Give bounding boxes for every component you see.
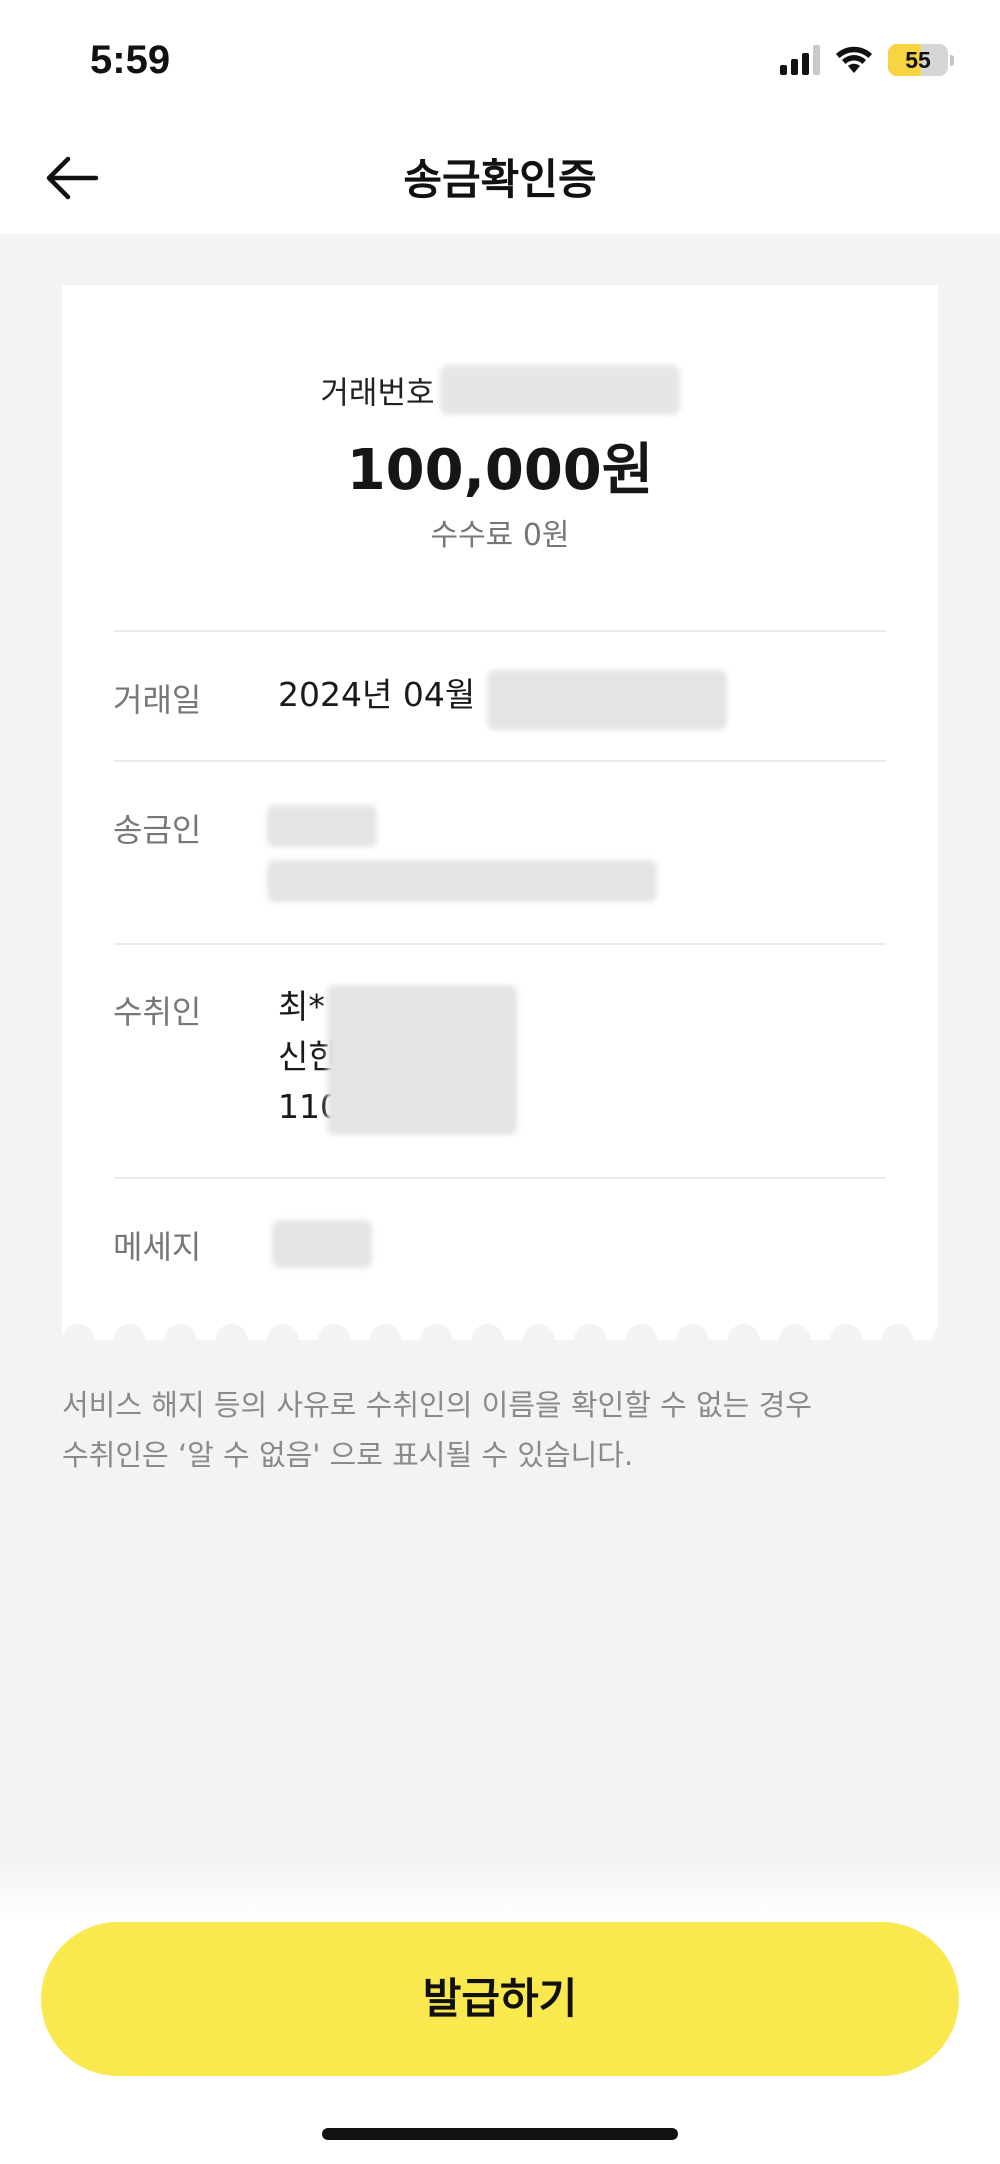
receipt-perforated-edge [62, 1324, 938, 1356]
divider [114, 1177, 886, 1179]
sender-email-redacted [267, 860, 657, 902]
divider [114, 630, 886, 632]
perforation-hole [164, 1324, 197, 1356]
perforation-hole [420, 1324, 453, 1356]
notice-text: 서비스 해지 등의 사유로 수취인의 이름을 확인할 수 없는 경우 수취인은 … [62, 1380, 942, 1480]
perforation-hole [522, 1324, 555, 1356]
date-value: 2024년 04월 [278, 675, 476, 714]
transaction-number-row: 거래번호 [62, 365, 938, 415]
perforation-hole [574, 1324, 606, 1356]
transaction-number-label: 거래번호 [320, 375, 435, 412]
recipient-label: 수취인 [113, 993, 202, 1031]
perforation-hole [62, 1324, 94, 1356]
perforation-hole [676, 1324, 709, 1356]
wifi-icon [836, 46, 872, 73]
perforation-hole [778, 1324, 811, 1356]
battery-level: 55 [905, 47, 931, 73]
perforation-hole [625, 1324, 658, 1356]
transfer-fee: 수수료 0원 [430, 518, 570, 553]
nav-bar: 송금확인증 [0, 120, 1000, 234]
notice-line-2: 수취인은 ‘알 수 없음' 으로 표시될 수 있습니다. [62, 1438, 634, 1472]
status-bar: 5:59 55 [0, 0, 1000, 120]
message-redacted [272, 1220, 372, 1268]
perforation-hole [113, 1324, 146, 1356]
divider [114, 943, 886, 945]
transfer-amount: 100,000원 [346, 438, 654, 503]
perforation-hole [318, 1324, 350, 1356]
date-label: 거래일 [113, 681, 202, 719]
perforation-hole [727, 1324, 760, 1356]
sender-label: 송금인 [113, 811, 202, 849]
perforation-hole [830, 1324, 862, 1356]
status-icons: 55 [780, 44, 954, 76]
date-redacted [487, 670, 727, 730]
sender-name-redacted [267, 805, 377, 847]
page-title: 송금확인증 [403, 155, 597, 204]
battery-icon: 55 [888, 44, 948, 76]
transaction-number-redacted [439, 365, 680, 415]
perforation-hole [369, 1324, 402, 1356]
recipient-redacted [327, 985, 517, 1135]
issue-button[interactable]: 발급하기 [41, 1922, 959, 2076]
status-time: 5:59 [90, 38, 171, 82]
perforation-hole [215, 1324, 248, 1356]
message-label: 메세지 [113, 1228, 202, 1266]
perforation-hole [932, 1327, 938, 1353]
battery-cap [950, 54, 954, 66]
receipt-card: 거래번호 100,000원 수수료 0원 거래일 2024년 04월 송금인 수… [62, 285, 938, 1340]
notice-line-1: 서비스 해지 등의 사유로 수취인의 이름을 확인할 수 없는 경우 [62, 1388, 812, 1422]
divider [114, 760, 886, 762]
recipient-name: 최* [278, 987, 325, 1026]
perforation-hole [471, 1324, 504, 1356]
perforation-hole [266, 1324, 299, 1356]
cellular-signal-icon [780, 45, 820, 75]
home-indicator [322, 2128, 678, 2140]
perforation-hole [881, 1324, 914, 1356]
